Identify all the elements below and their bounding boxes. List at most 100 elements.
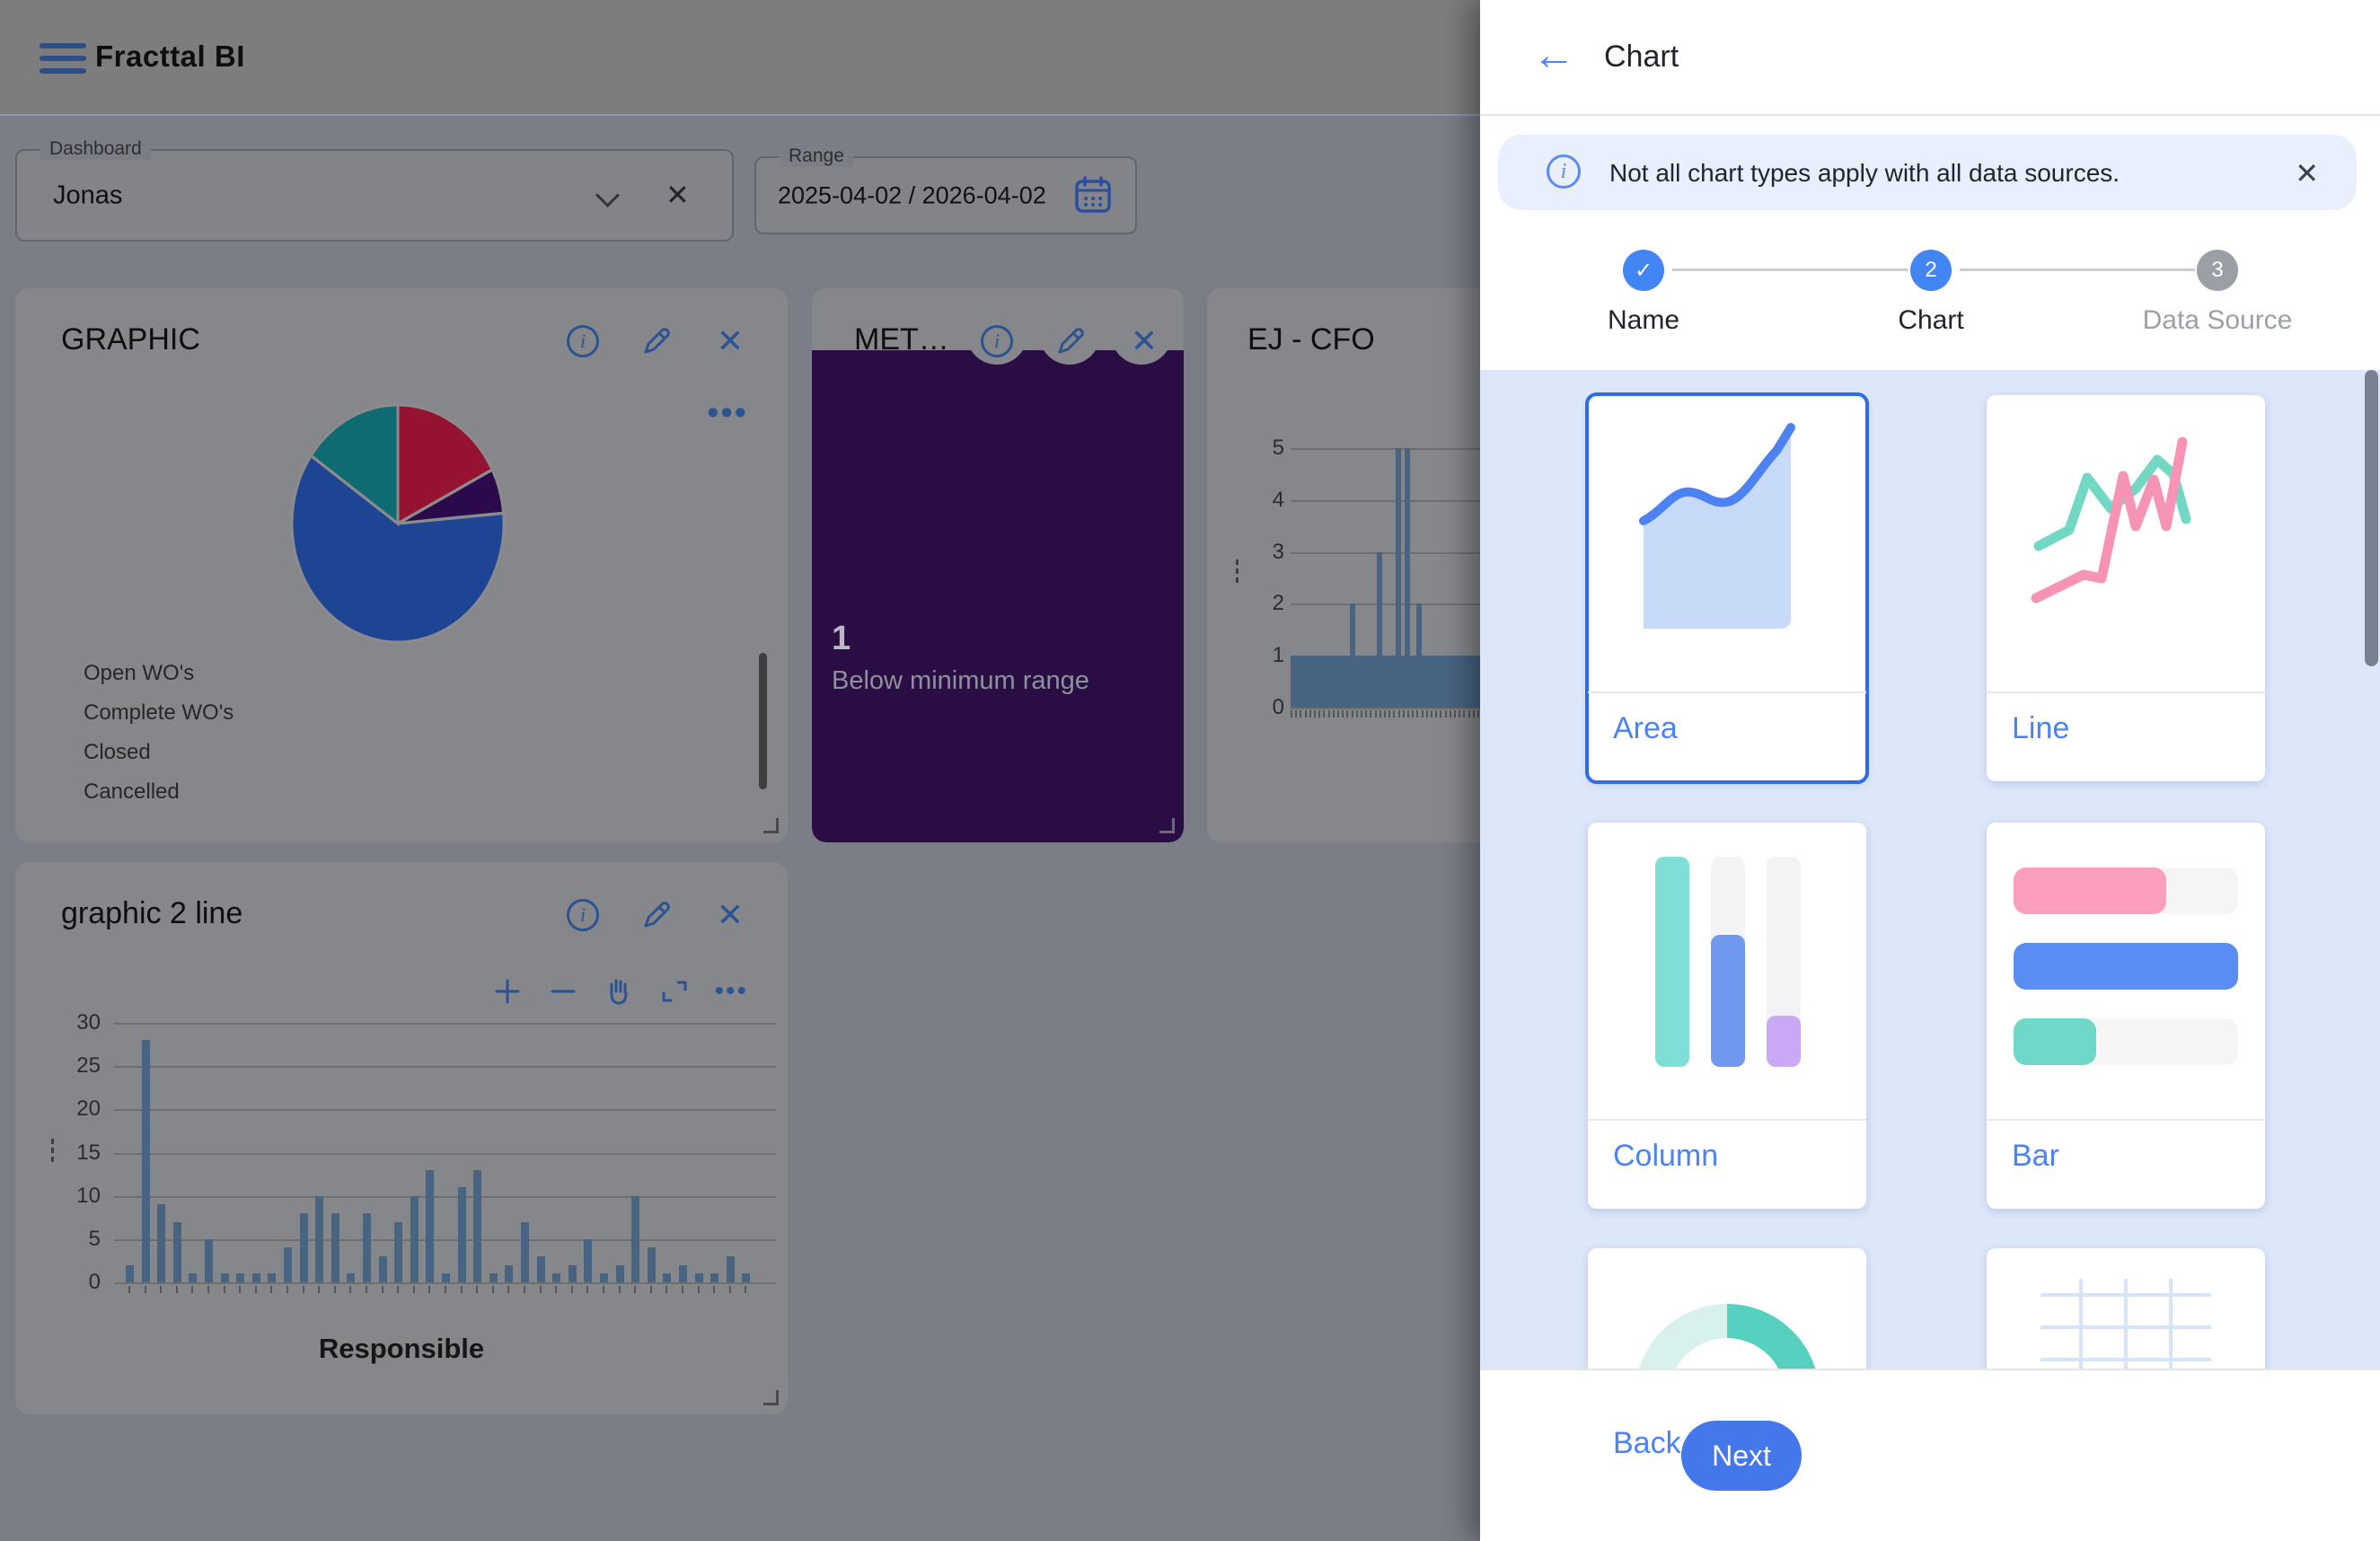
bar[interactable] — [616, 1265, 624, 1282]
gridline — [114, 1023, 776, 1025]
resize-handle-icon[interactable] — [1159, 818, 1175, 833]
x-tick — [1422, 710, 1424, 718]
bar[interactable] — [600, 1273, 608, 1282]
legend-item[interactable]: Closed — [84, 733, 234, 772]
bar[interactable] — [679, 1265, 687, 1282]
x-tick — [445, 1286, 446, 1293]
hamburger-menu-icon[interactable] — [40, 43, 86, 75]
axis-overflow-icon — [51, 1139, 54, 1164]
graphic2-chart: 302520151050 — [15, 862, 788, 1414]
bar[interactable] — [1377, 552, 1382, 656]
bar[interactable] — [173, 1222, 181, 1282]
bar[interactable] — [489, 1273, 498, 1282]
dashboard-select[interactable]: Dashboard Jonas ✕ — [15, 149, 734, 242]
bar[interactable] — [710, 1273, 718, 1282]
info-icon[interactable]: i — [981, 325, 1013, 357]
bar[interactable] — [157, 1204, 165, 1282]
step-circle-name[interactable]: ✓ — [1623, 250, 1664, 291]
resize-handle-icon[interactable] — [763, 818, 779, 833]
bar[interactable] — [631, 1196, 639, 1282]
bar[interactable] — [695, 1273, 703, 1282]
bar[interactable] — [1405, 448, 1410, 656]
chevron-down-icon[interactable] — [595, 183, 620, 207]
bar[interactable] — [458, 1187, 466, 1282]
chart-type-label: Line — [2012, 711, 2069, 746]
back-arrow-icon[interactable]: ← — [1532, 32, 1575, 79]
bar[interactable] — [363, 1213, 371, 1282]
bar[interactable] — [742, 1273, 750, 1282]
bar[interactable] — [727, 1256, 735, 1282]
step-connector — [1672, 269, 1908, 271]
bar[interactable] — [189, 1273, 197, 1282]
bar[interactable] — [552, 1273, 560, 1282]
chart-type-area[interactable]: Area — [1588, 395, 1866, 781]
bar[interactable] — [284, 1247, 292, 1282]
banner-close-icon[interactable]: ✕ — [2295, 156, 2319, 190]
bar[interactable] — [347, 1273, 355, 1282]
x-axis-label: Responsible — [319, 1333, 484, 1365]
x-tick — [1305, 710, 1307, 718]
bar[interactable] — [236, 1273, 244, 1282]
bar[interactable] — [521, 1222, 529, 1282]
bar[interactable] — [410, 1196, 419, 1282]
bar[interactable] — [379, 1256, 387, 1282]
bar[interactable] — [268, 1273, 276, 1282]
x-tick — [492, 1286, 494, 1293]
x-tick — [1323, 710, 1325, 718]
close-icon[interactable]: ✕ — [1128, 325, 1160, 357]
chart-type-bar[interactable]: Bar — [1987, 823, 2265, 1209]
back-button[interactable]: Back — [1613, 1408, 1681, 1478]
bar[interactable] — [505, 1265, 513, 1282]
chart-type-column[interactable]: Column — [1588, 823, 1866, 1209]
bar[interactable] — [569, 1265, 577, 1282]
x-tick — [1365, 710, 1367, 718]
x-tick — [1337, 710, 1339, 718]
resize-handle-icon[interactable] — [763, 1390, 779, 1405]
bar[interactable] — [1396, 448, 1401, 656]
x-tick — [1352, 710, 1353, 718]
bar[interactable] — [331, 1213, 339, 1282]
step-label: Data Source — [2101, 305, 2334, 336]
chart-type-line[interactable]: Line — [1987, 395, 2265, 781]
bar[interactable] — [1416, 603, 1422, 656]
card-divider — [1987, 1119, 2265, 1121]
clear-icon[interactable]: ✕ — [666, 178, 690, 212]
x-tick — [507, 1286, 509, 1293]
x-tick — [1309, 710, 1311, 718]
step-circle-data-source[interactable]: 3 — [2197, 250, 2238, 291]
edit-icon[interactable] — [1054, 325, 1087, 357]
bar[interactable] — [648, 1247, 656, 1282]
y-tick-label: 25 — [56, 1053, 101, 1079]
legend-item[interactable]: Open WO's — [84, 654, 234, 693]
bar[interactable] — [537, 1256, 545, 1282]
range-field[interactable]: Range 2025-04-02 / 2026-04-02 — [754, 156, 1137, 234]
bar[interactable] — [584, 1239, 592, 1282]
bar[interactable] — [205, 1239, 213, 1282]
legend-scrollbar[interactable] — [759, 653, 767, 789]
x-tick — [634, 1286, 636, 1293]
x-tick — [1445, 710, 1447, 718]
bar[interactable] — [300, 1213, 308, 1282]
calendar-icon[interactable] — [1072, 174, 1114, 216]
bar[interactable] — [442, 1273, 450, 1282]
bar[interactable] — [142, 1040, 150, 1282]
next-button[interactable]: Next — [1681, 1421, 1802, 1491]
x-tick — [1468, 710, 1470, 718]
step-label: Name — [1527, 305, 1760, 336]
bar[interactable] — [221, 1273, 229, 1282]
legend-item[interactable]: Complete WO's — [84, 693, 234, 733]
bar[interactable] — [126, 1265, 134, 1282]
dashboard-select-value: Jonas — [53, 181, 122, 210]
bar[interactable] — [315, 1196, 323, 1282]
bar[interactable] — [1350, 603, 1355, 656]
bar[interactable] — [663, 1273, 671, 1282]
bar[interactable] — [252, 1273, 260, 1282]
bar[interactable] — [473, 1170, 481, 1282]
x-tick — [366, 1286, 367, 1293]
legend-item[interactable]: Cancelled — [84, 772, 234, 812]
bar-baseline-block[interactable] — [1291, 656, 1480, 708]
step-circle-chart[interactable]: 2 — [1910, 250, 1952, 291]
bar[interactable] — [426, 1170, 434, 1282]
panel-scrollbar[interactable] — [2365, 370, 2378, 666]
bar[interactable] — [394, 1222, 402, 1282]
